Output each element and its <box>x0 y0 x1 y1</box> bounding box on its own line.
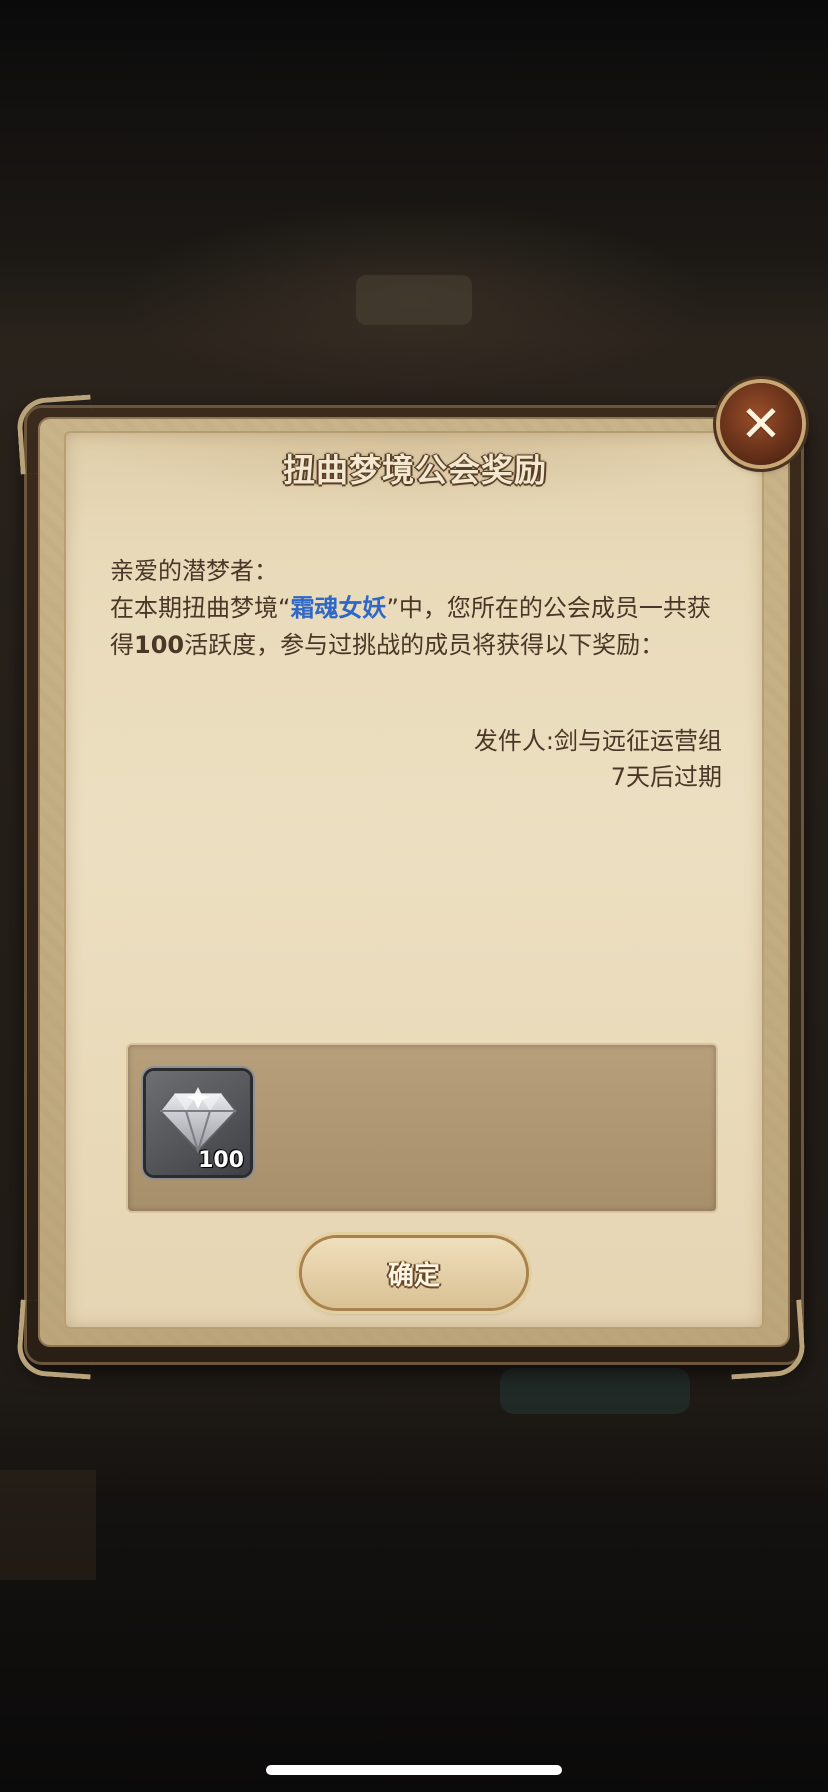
mail-body: 在本期扭曲梦境“霜魂女妖”中，您所在的公会成员一共获得100活跃度，参与过挑战的… <box>110 590 730 664</box>
background-tab <box>356 275 472 325</box>
confirm-button[interactable]: 确定 <box>302 1238 526 1308</box>
frame-corner-ornament <box>726 1299 807 1380</box>
diamond-icon <box>158 1087 238 1153</box>
mail-expiry: 7天后过期 <box>610 763 722 791</box>
mail-message: 亲爱的潜梦者： 在本期扭曲梦境“霜魂女妖”中，您所在的公会成员一共获得100活跃… <box>110 553 730 664</box>
mail-dialog: 扭曲梦境公会奖励 ✕ 亲爱的潜梦者： 在本期扭曲梦境“霜魂女妖”中，您所在的公会… <box>15 383 810 1380</box>
mail-body-text: 在本期扭曲梦境“ <box>110 594 291 622</box>
background-button <box>500 1368 690 1414</box>
dream-boss-name: 霜魂女妖 <box>290 594 387 622</box>
reward-item-diamond[interactable]: 100 <box>146 1071 250 1175</box>
dialog-title: 扭曲梦境公会奖励 <box>282 451 547 489</box>
home-indicator[interactable] <box>266 1765 562 1775</box>
background-avatar <box>0 1470 96 1580</box>
mail-body-text: 活跃度，参与过挑战的成员将获得以下奖励： <box>184 631 665 659</box>
close-button[interactable]: ✕ <box>720 383 802 465</box>
frame-corner-ornament <box>15 1299 96 1380</box>
mail-greeting: 亲爱的潜梦者： <box>110 557 278 585</box>
close-icon: ✕ <box>740 395 782 453</box>
mail-meta: 发件人:剑与远征运营组 7天后过期 <box>320 723 722 795</box>
confirm-button-label: 确定 <box>387 1260 440 1291</box>
reward-count: 100 <box>198 1148 244 1173</box>
reward-panel: 100 <box>128 1045 716 1211</box>
mail-sender: 发件人:剑与远征运营组 <box>473 727 722 755</box>
activity-value: 100 <box>134 631 185 659</box>
